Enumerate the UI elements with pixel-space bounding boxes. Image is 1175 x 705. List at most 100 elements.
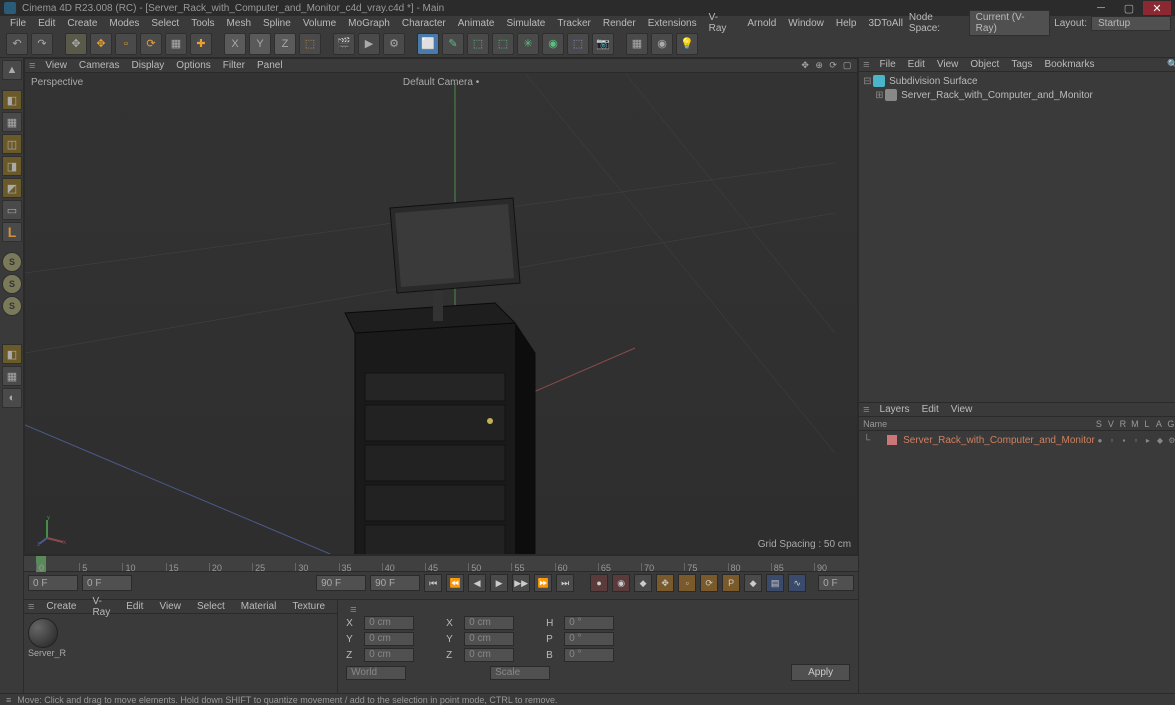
snap-button[interactable]: ◉: [651, 33, 673, 55]
model-mode-button[interactable]: ◧: [2, 90, 22, 110]
prev-frame-button[interactable]: ◀: [468, 574, 486, 592]
layer-view-icon[interactable]: ▫: [1107, 435, 1117, 445]
axis-z-button[interactable]: Z: [274, 33, 296, 55]
select-tool[interactable]: ✥: [65, 33, 87, 55]
menu-select[interactable]: Select: [145, 18, 185, 29]
om-menu-edit[interactable]: Edit: [902, 59, 931, 70]
timeline-right-field[interactable]: 0 F: [818, 575, 854, 591]
prev-key-button[interactable]: ⏪: [446, 574, 464, 592]
axis-y-button[interactable]: Y: [249, 33, 271, 55]
vp-menu-display[interactable]: Display: [126, 60, 171, 71]
render-picture-button[interactable]: ▶: [358, 33, 380, 55]
next-key-button[interactable]: ⏩: [534, 574, 552, 592]
point-mode-button[interactable]: ◫: [2, 134, 22, 154]
vp-nav-icon-3[interactable]: ⟳: [827, 60, 839, 72]
menu-render[interactable]: Render: [597, 18, 642, 29]
xray-button[interactable]: ▦: [2, 366, 22, 386]
viewport-solo-button[interactable]: ◧: [2, 344, 22, 364]
layer-manager-icon[interactable]: ▫: [1131, 435, 1141, 445]
menu-mesh[interactable]: Mesh: [221, 18, 257, 29]
light-button[interactable]: 💡: [676, 33, 698, 55]
fcurve-button[interactable]: ∿: [788, 574, 806, 592]
camera-button[interactable]: 📷: [592, 33, 614, 55]
menu-tracker[interactable]: Tracker: [551, 18, 597, 29]
coord-mode2-dropdown[interactable]: Scale: [490, 666, 550, 680]
key-pla-button[interactable]: ◆: [744, 574, 762, 592]
layer-lock-icon[interactable]: ▸: [1143, 435, 1153, 445]
axis-button[interactable]: L: [2, 222, 22, 242]
place-tool[interactable]: ✚: [190, 33, 212, 55]
vp-menu-options[interactable]: Options: [170, 60, 216, 71]
mat-tab-material[interactable]: Material: [233, 601, 285, 612]
coord-scale-field[interactable]: 0 cm: [464, 648, 514, 662]
vp-nav-icon-1[interactable]: ✥: [799, 60, 811, 72]
layer-color-swatch[interactable]: [887, 435, 897, 445]
layout-dropdown[interactable]: Startup: [1091, 16, 1171, 31]
last-tool[interactable]: ▦: [165, 33, 187, 55]
goto-end-button[interactable]: ⏭: [556, 574, 574, 592]
coord-pos-field[interactable]: 0 cm: [364, 648, 414, 662]
timeline-start-field[interactable]: 0 F: [28, 575, 78, 591]
mat-tab-texture[interactable]: Texture: [284, 601, 333, 612]
om-menu-file[interactable]: File: [874, 59, 902, 70]
key-rot-button[interactable]: ⟳: [700, 574, 718, 592]
coord-pos-field[interactable]: 0 cm: [364, 632, 414, 646]
vp-menu-cameras[interactable]: Cameras: [73, 60, 126, 71]
om-menu-bookmarks[interactable]: Bookmarks: [1038, 59, 1100, 70]
menu-extensions[interactable]: Extensions: [642, 18, 703, 29]
scale-tool[interactable]: ▫: [115, 33, 137, 55]
lm-menu-edit[interactable]: Edit: [916, 404, 945, 415]
timeline-ruler[interactable]: 051015202530354045505560657075808590: [24, 556, 858, 572]
edge-mode-button[interactable]: ◨: [2, 156, 22, 176]
move-tool[interactable]: ✥: [90, 33, 112, 55]
redo-button[interactable]: ↷: [31, 33, 53, 55]
snap-toggle-2[interactable]: S: [2, 274, 22, 294]
field-button[interactable]: ◉: [542, 33, 564, 55]
mat-tab-edit[interactable]: Edit: [118, 601, 151, 612]
lm-menu-layers[interactable]: Layers: [874, 404, 916, 415]
layer-solo-icon[interactable]: ●: [1095, 435, 1105, 445]
menu-vray[interactable]: V-Ray: [703, 12, 742, 34]
coord-system-button[interactable]: ⬚: [299, 33, 321, 55]
coord-rot-field[interactable]: 0 °: [564, 648, 614, 662]
timeline-end2-field[interactable]: 90 F: [370, 575, 420, 591]
make-editable-button[interactable]: ▲: [2, 60, 22, 80]
menu-edit[interactable]: Edit: [32, 18, 61, 29]
deformer-button[interactable]: ⬚: [492, 33, 514, 55]
mat-tab-vray[interactable]: V-Ray: [84, 596, 118, 618]
key-param-button[interactable]: P: [722, 574, 740, 592]
menu-file[interactable]: File: [4, 18, 32, 29]
menu-3dtoall[interactable]: 3DToAll: [862, 18, 908, 29]
isoline-button[interactable]: ◐: [2, 388, 22, 408]
snap-toggle-1[interactable]: S: [2, 252, 22, 272]
apply-button[interactable]: Apply: [791, 664, 850, 681]
nodespace-dropdown[interactable]: Current (V-Ray): [969, 10, 1051, 36]
texture-mode-button[interactable]: ▦: [2, 112, 22, 132]
timeline-current-field[interactable]: 0 F: [82, 575, 132, 591]
rotate-tool[interactable]: ⟳: [140, 33, 162, 55]
menu-tools[interactable]: Tools: [185, 18, 220, 29]
mat-tab-select[interactable]: Select: [189, 601, 233, 612]
om-menu-view[interactable]: View: [931, 59, 965, 70]
workplane-button[interactable]: ▭: [2, 200, 22, 220]
om-menu-tags[interactable]: Tags: [1005, 59, 1038, 70]
autokey-button[interactable]: ◉: [612, 574, 630, 592]
mat-tab-create[interactable]: Create: [38, 601, 84, 612]
axis-x-button[interactable]: X: [224, 33, 246, 55]
timeline-end-field[interactable]: 90 F: [316, 575, 366, 591]
generator-button[interactable]: ⬚: [467, 33, 489, 55]
goto-start-button[interactable]: ⏮: [424, 574, 442, 592]
coord-mode1-dropdown[interactable]: World: [346, 666, 406, 680]
menu-window[interactable]: Window: [782, 18, 830, 29]
menu-help[interactable]: Help: [830, 18, 863, 29]
key-pos-button[interactable]: ✥: [656, 574, 674, 592]
vp-menu-panel[interactable]: Panel: [251, 60, 289, 71]
vp-nav-icon-4[interactable]: ▢: [841, 60, 853, 72]
dope-button[interactable]: ▤: [766, 574, 784, 592]
tree-row[interactable]: ⊟Subdivision Surface: [863, 74, 1175, 88]
key-scale-button[interactable]: ▫: [678, 574, 696, 592]
menu-character[interactable]: Character: [396, 18, 452, 29]
menu-mograph[interactable]: MoGraph: [342, 18, 396, 29]
material-item[interactable]: Server_R: [28, 618, 66, 658]
coord-scale-field[interactable]: 0 cm: [464, 616, 514, 630]
